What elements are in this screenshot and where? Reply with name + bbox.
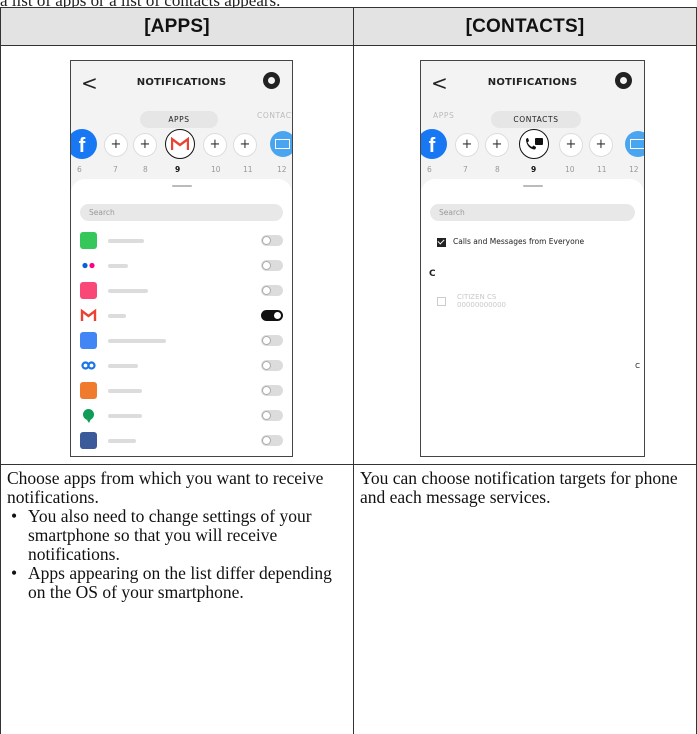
toggle-switch[interactable] [261,385,283,396]
list-item [80,230,283,255]
contacts-description: You can choose notification targets for … [354,465,697,734]
google-calendar-icon [80,332,97,349]
apps-intro-text: Choose apps from which you want to recei… [7,469,347,507]
apps-sheet: Search [71,179,292,456]
list-item: Apps appearing on the list differ depend… [23,564,347,602]
slot-numbers: 6 7 8 9 10 11 12 [421,165,644,175]
apps-nav-bar: < NOTIFICATIONS [71,61,292,105]
add-slot-button[interactable]: + [133,133,157,157]
screen-title: NOTIFICATIONS [71,77,292,88]
search-input[interactable]: Search [430,204,635,221]
toggle-switch[interactable] [261,410,283,421]
add-slot-button[interactable]: + [485,133,509,157]
list-item [80,380,283,405]
list-item [80,255,283,280]
facebook-icon[interactable]: f [420,129,447,159]
phone-message-slot-icon[interactable] [519,129,549,159]
list-item [80,455,283,457]
list-item [80,405,283,430]
toggle-switch[interactable] [261,435,283,446]
screen-title: NOTIFICATIONS [421,77,644,88]
tab-contacts[interactable]: CONTACTS [257,111,293,120]
add-slot-button[interactable]: + [233,133,257,157]
gear-icon[interactable] [615,72,632,89]
list-item [80,355,283,380]
drag-handle[interactable] [172,185,192,187]
facebook-icon[interactable]: f [70,129,97,159]
apps-phone-screen: < NOTIFICATIONS APPS CONTACTS f + + [70,60,293,457]
add-slot-button[interactable]: + [455,133,479,157]
hootsuite-icon [80,382,97,399]
toggle-switch[interactable] [261,310,283,321]
list-item [80,280,283,305]
gmail-icon [80,307,97,324]
contacts-screenshot-cell: < NOTIFICATIONS APPS CONTACTS f + + [354,46,697,465]
toggle-switch[interactable] [261,360,283,371]
toggle-switch[interactable] [261,235,283,246]
list-item [80,430,283,455]
tab-contacts[interactable]: CONTACTS [491,111,581,128]
contacts-header: [CONTACTS] [354,8,697,46]
manual-table: [APPS] [CONTACTS] < NOTIFICATIONS APPS C… [0,7,697,734]
hangouts-icon [80,407,97,424]
slot-carousel: f + + + + [70,129,293,159]
tab-apps[interactable]: APPS [433,111,454,120]
apps-description: Choose apps from which you want to recei… [1,465,354,734]
add-slot-button[interactable]: + [203,133,227,157]
section-letter: C [429,269,436,279]
everyone-option[interactable]: Calls and Messages from Everyone [437,237,584,247]
add-slot-button[interactable]: + [104,133,128,157]
gmail-slot-icon[interactable] [165,129,195,159]
heytell-icon [80,432,97,449]
contacts-nav-bar: < NOTIFICATIONS [421,61,644,105]
add-slot-button[interactable]: + [589,133,613,157]
toggle-switch[interactable] [261,285,283,296]
toggle-switch[interactable] [261,260,283,271]
checkbox-icon[interactable] [437,297,446,306]
contact-number: 00000000000 [457,301,506,309]
list-item: You also need to change settings of your… [23,507,347,564]
contact-name: CITIZEN CS [457,293,496,301]
mail-icon[interactable] [625,131,645,157]
mail-icon[interactable] [270,131,293,157]
list-item [80,305,283,330]
slot-carousel: f + + + + [420,129,645,159]
alphabet-index[interactable]: C [635,362,640,370]
slot-numbers: 6 7 8 9 10 11 12 [71,165,292,175]
tab-apps[interactable]: APPS [140,111,218,128]
contacts-phone-screen: < NOTIFICATIONS APPS CONTACTS f + + [420,60,645,457]
checkbox-checked-icon[interactable] [437,238,446,247]
drag-handle[interactable] [523,185,543,187]
add-slot-button[interactable]: + [559,133,583,157]
google-plus-icon [80,357,97,374]
list-item [80,330,283,355]
flickr-icon [80,257,97,274]
search-input[interactable]: Search [80,204,283,221]
foursquare-icon [80,282,97,299]
apps-notes: You also need to change settings of your… [7,507,347,602]
apps-screenshot-cell: < NOTIFICATIONS APPS CONTACTS f + + [1,46,354,465]
contacts-description-text: You can choose notification targets for … [360,469,690,507]
everyone-label: Calls and Messages from Everyone [453,237,584,246]
app-list [80,230,283,457]
toggle-switch[interactable] [261,335,283,346]
contacts-sheet: Search Calls and Messages from Everyone … [421,179,644,456]
apps-header: [APPS] [1,8,354,46]
gear-icon[interactable] [263,72,280,89]
facetime-icon [80,232,97,249]
